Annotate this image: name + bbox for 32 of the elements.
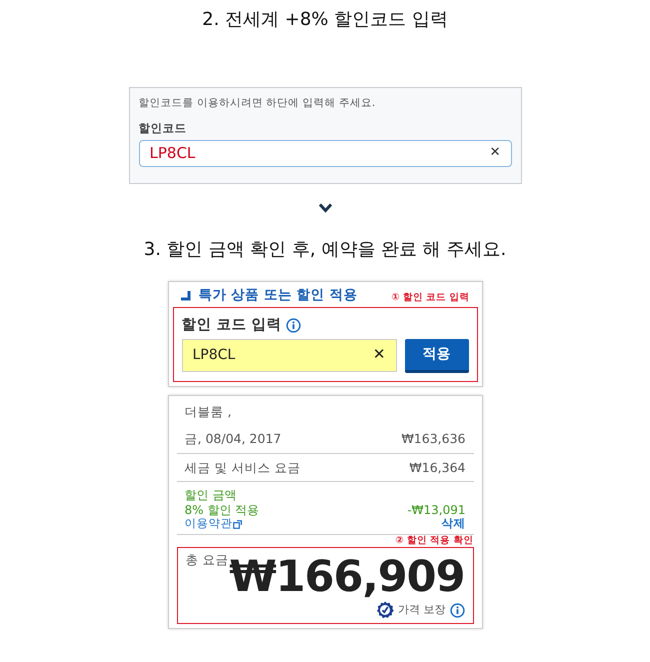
chevron-down-icon <box>318 202 332 213</box>
discount-title: 할인 금액 <box>184 488 238 503</box>
line-amount: ₩16,364 <box>409 460 466 476</box>
total-label: 총 요금 <box>186 552 228 568</box>
discount-amount: -₩13,091 <box>407 502 466 518</box>
guarantee-label: 가격 보장 <box>398 603 446 618</box>
line-label: 금, 08/04, 2017 <box>184 431 282 447</box>
corner-icon <box>180 290 190 301</box>
section-title: 특가 상품 또는 할인 적용 <box>198 287 358 305</box>
field-label: 할인코드 <box>138 121 188 136</box>
clear-icon[interactable]: ✕ <box>490 145 500 162</box>
external-link-icon <box>232 520 242 529</box>
step-heading: 2. 전세계 +8% 할인코드 입력 <box>201 8 449 32</box>
line-label: 세금 및 서비스 요금 <box>184 460 300 476</box>
field-label: 할인 코드 입력 <box>182 316 282 335</box>
clear-icon[interactable]: ✕ <box>372 345 386 365</box>
terms-link[interactable]: 이용약관 <box>184 517 260 531</box>
callout-label: ① 할인 코드 입력 <box>392 292 470 305</box>
info-icon[interactable] <box>450 602 464 618</box>
callout-label: ② 할인 적용 확인 <box>396 535 474 548</box>
code-input-field[interactable]: LP8CL ✕ <box>182 338 396 372</box>
info-icon[interactable] <box>286 318 301 333</box>
apply-button[interactable]: 적용 <box>404 338 468 373</box>
line-amount: ₩163,636 <box>401 431 466 447</box>
room-name: 더블룸 , <box>184 402 232 421</box>
badge-check-icon <box>376 601 394 620</box>
hint-text: 할인코드를 이용하시려면 하단에 입력해 주세요. <box>138 97 376 112</box>
code-input-field[interactable]: LP8CL ✕ <box>138 140 512 167</box>
total-price: ₩166,909 <box>229 556 464 600</box>
discount-detail: 8% 할인 적용 <box>184 502 260 518</box>
step-heading: 3. 할인 금액 확인 후, 예약을 완료 해 주세요. <box>142 238 508 262</box>
remove-link[interactable]: 삭제 <box>442 517 466 531</box>
